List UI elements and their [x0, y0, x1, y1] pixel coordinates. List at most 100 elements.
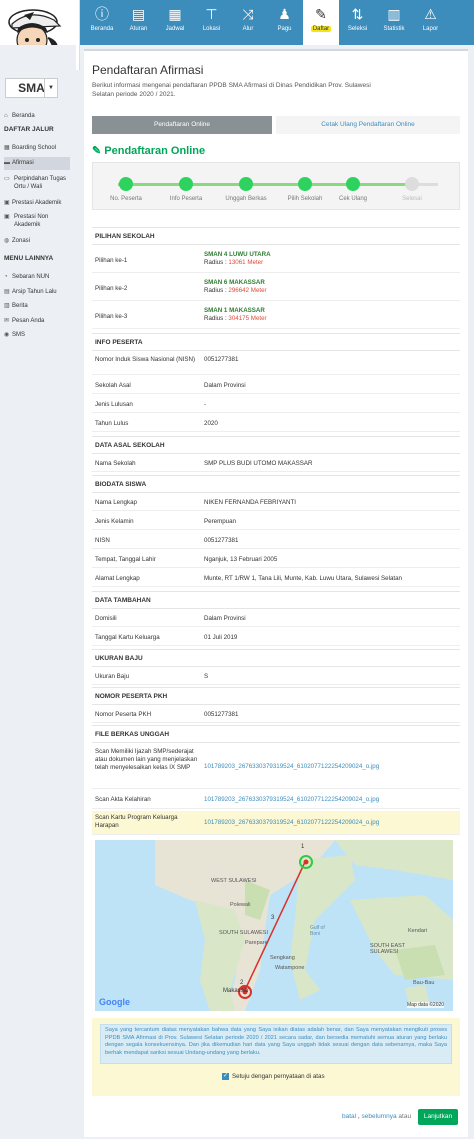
- sidebar-item-prestasi-non[interactable]: ▣ Prestasi Non Akademik: [4, 213, 70, 229]
- table-row: Jenis Lulusan -: [92, 397, 460, 413]
- info-icon: ⓘ: [95, 6, 109, 22]
- footer-links: batal , sebelumnya atau: [342, 1113, 412, 1120]
- sidebar-item-label: SMS: [12, 332, 26, 338]
- nav-item-statistik[interactable]: ▥ Statistik: [376, 0, 412, 45]
- sidebar-item-afirmasi[interactable]: ▬ Afirmasi: [4, 157, 70, 170]
- file-link[interactable]: 101789203_2676330379319524_6102077122254…: [204, 796, 379, 804]
- nav-item-label: Beranda: [90, 26, 114, 32]
- sidebar-item-pesan[interactable]: ✉ Pesan Anda: [4, 317, 70, 325]
- map-label: Makassar: [223, 988, 250, 994]
- table-row: Nomor Peserta PKH 0051277381: [92, 707, 460, 723]
- medal-icon: ▣: [4, 214, 10, 220]
- sidebar-item-sms[interactable]: ◉ SMS: [4, 331, 70, 339]
- agreement-checkbox[interactable]: ✓ Setuju dengan pernyataan di atas: [222, 1073, 325, 1080]
- row-key: Nomor Peserta PKH: [95, 711, 152, 718]
- map-label: Watampone: [275, 965, 305, 971]
- nav-item-label: Statistik: [383, 26, 405, 32]
- map-label: Gulf of Boni: [310, 925, 325, 937]
- table-row: NISN 0051277381: [92, 533, 460, 549]
- sidebar: [0, 45, 76, 1139]
- radius-label: Radius :: [204, 259, 229, 266]
- next-button[interactable]: Lanjutkan: [418, 1109, 458, 1125]
- content-card: Pendaftaran Afirmasi Berikut informasi m…: [84, 49, 468, 1137]
- signpost-icon: ⊤: [205, 6, 218, 22]
- map-marker-label: 2: [240, 980, 244, 986]
- nav-item-daftar[interactable]: ✎ Daftar: [303, 0, 339, 45]
- section-biodata: BIODATA SISWA: [92, 475, 460, 493]
- table-row: Tanggal Kartu Keluarga 01 Juli 2019: [92, 630, 460, 646]
- nav-item-lapor[interactable]: ⚠ Lapor: [413, 0, 449, 45]
- nav-item-beranda[interactable]: ⓘ Beranda: [84, 0, 120, 45]
- row-value: Munte, RT 1/RW 1, Tana Lili, Munte, Kab.…: [204, 575, 402, 582]
- route-map[interactable]: 1 3 2 WEST SULAWESI Polewali Parepare SO…: [95, 840, 453, 1011]
- nav-item-pagu[interactable]: ♟ Pagu: [267, 0, 303, 45]
- cancel-link[interactable]: batal: [342, 1113, 356, 1120]
- map-label: Polewali: [230, 902, 251, 908]
- tab-cetak-ulang[interactable]: Cetak Ulang Pendaftaran Online: [276, 116, 460, 134]
- row-key: Ukuran Baju: [95, 673, 130, 680]
- news-icon: ▥: [4, 303, 10, 309]
- sidebar-item-berita[interactable]: ▥ Berita: [4, 302, 70, 310]
- sidebar-item-label: Prestasi Non Akademik: [14, 214, 49, 228]
- row-key: Jenis Lulusan: [95, 401, 133, 408]
- nav-item-label: Alur: [242, 26, 254, 32]
- map-image: [95, 840, 453, 1011]
- file-link[interactable]: 101789203_2676330379319524_6102077122254…: [204, 763, 379, 771]
- row-value: 0051277381: [204, 711, 239, 718]
- row-key: Tahun Lulus: [95, 420, 129, 427]
- section-pkh: NOMOR PESERTA PKH: [92, 687, 460, 705]
- row-key: NISN: [95, 537, 110, 544]
- sidebar-item-prestasi-akademik[interactable]: ▣ Prestasi Akademik: [4, 199, 70, 207]
- previous-link[interactable]: sebelumnya: [362, 1113, 397, 1120]
- row-key: Pilihan ke-1: [95, 257, 128, 264]
- nav-item-label: Seleksi: [347, 26, 368, 32]
- page-description: Berikut informasi mengenai pendaftaran P…: [92, 82, 371, 98]
- sidebar-item-zonasi[interactable]: ◍ Zonasi: [4, 237, 70, 245]
- step-dot: [179, 177, 193, 191]
- google-logo: Google: [99, 997, 130, 1007]
- row-key: Pilihan ke-2: [95, 285, 128, 292]
- section-data-tambahan: DATA TAMBAHAN: [92, 591, 460, 609]
- row-key: Scan Kartu Program Keluarga Harapan: [95, 814, 178, 829]
- calendar-check-icon: ▦: [168, 6, 182, 22]
- table-row: Sekolah Asal Dalam Provinsi: [92, 378, 460, 394]
- school-radius: Radius : 13061 Meter: [204, 259, 271, 267]
- sidebar-item-perpindahan[interactable]: ▭ Perpindahan Tugas Ortu / Wali: [4, 175, 70, 191]
- tab-pendaftaran-online[interactable]: Pendaftaran Online: [92, 116, 272, 134]
- nav-item-seleksi[interactable]: ⇅ Seleksi: [340, 0, 376, 45]
- nav-item-lokasi[interactable]: ⊤ Lokasi: [194, 0, 230, 45]
- sidebar-item-label: Afirmasi: [12, 160, 34, 166]
- sidebar-item-sebaran[interactable]: ◔ Sebaran NUN: [4, 273, 70, 281]
- table-row: Pilihan ke-2 SMAN 6 MAKASSAR Radius : 2966…: [92, 275, 460, 301]
- alert-icon: ⚠: [424, 6, 437, 22]
- sidebar-item-arsip[interactable]: ▤ Arsip Tahun Lalu: [4, 288, 70, 296]
- section-ukuran-baju: UKURAN BAJU: [92, 649, 460, 667]
- sidebar-item-beranda[interactable]: ⌂ Beranda: [4, 112, 70, 120]
- stepper-line-pending: [418, 183, 438, 186]
- sidebar-item-label: Zonasi: [12, 238, 31, 244]
- table-row: Tempat, Tanggal Lahir Nganjuk, 13 Februar…: [92, 552, 460, 568]
- envelope-icon: ✉: [4, 318, 10, 324]
- sort-numeric-icon: ⇅: [351, 6, 364, 22]
- file-link[interactable]: 101789203_2676330379319524_6102077122254…: [204, 819, 379, 827]
- nav-item-jadwal[interactable]: ▦ Jadwal: [157, 0, 193, 45]
- table-row: Pilihan ke-3 SMAN 1 MAKASSAR Radius : 3041…: [92, 303, 460, 329]
- nav-item-alur[interactable]: ⤨ Alur: [230, 0, 266, 45]
- nav-item-label: Lokasi: [202, 26, 221, 32]
- checkmark-icon: ✓: [222, 1073, 229, 1080]
- or-text: atau: [398, 1113, 412, 1120]
- chevron-down-icon[interactable]: ▼: [44, 78, 58, 98]
- nav-item-aturan[interactable]: ▤ Aturan: [121, 0, 157, 45]
- table-row: Ukuran Baju S: [92, 669, 460, 685]
- shuffle-icon: ⤨: [242, 6, 254, 22]
- bar-chart-icon: ▥: [387, 6, 401, 22]
- sidebar-item-boarding[interactable]: ▦ Boarding School: [4, 144, 70, 152]
- truck-icon: ▭: [4, 176, 10, 182]
- section-asal-sekolah: DATA ASAL SEKOLAH: [92, 436, 460, 454]
- pencil-icon: ✎: [315, 6, 327, 22]
- section-heading: ✎ Pendaftaran Online: [92, 144, 205, 157]
- step-dot: [119, 177, 133, 191]
- level-select-value: SMA: [18, 81, 45, 95]
- row-key: Nomor Induk Siswa Nasional (NISN): [95, 356, 196, 363]
- sidebar-item-label: Sebaran NUN: [12, 274, 50, 280]
